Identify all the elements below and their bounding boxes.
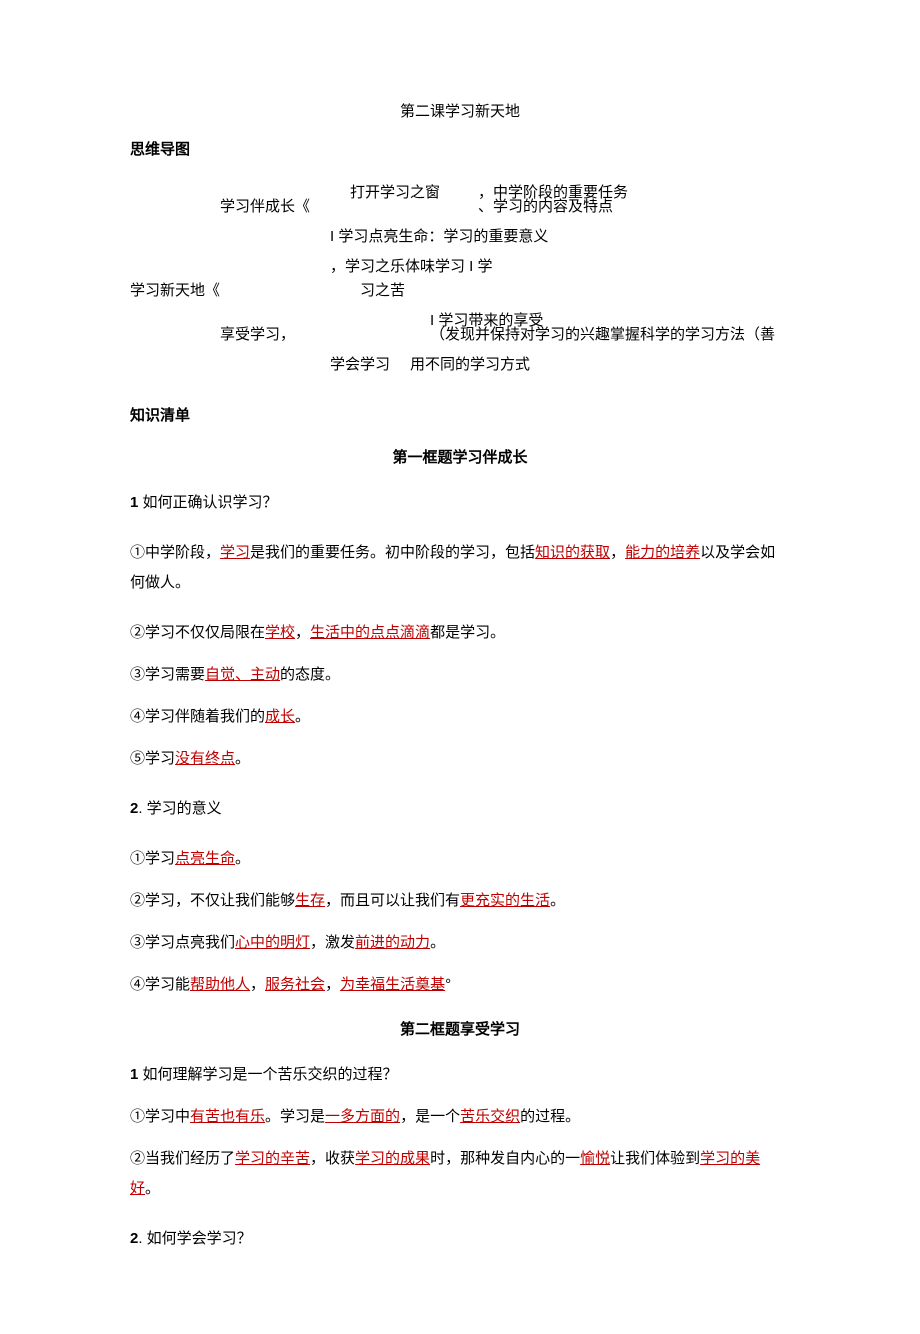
- mm-root: 学习新天地《: [130, 276, 230, 306]
- f1-a2-4: ④学习能帮助他人，服务社会，为幸福生活奠基°: [130, 970, 790, 1000]
- f1-a1-5: ⑤学习没有终点。: [130, 744, 790, 774]
- mindmap-container: 打开学习之窗 ，中学阶段的重要任务 学习伴成长《 、学习的内容及特点 I 学习点…: [130, 178, 790, 380]
- f1-a1-3: ③学习需要自觉、主动的态度。: [130, 660, 790, 690]
- f2-a1-1: ①学习中有苦也有乐。学习是一多方面的，是一个苦乐交织的过程。: [130, 1102, 790, 1132]
- frame1-body: 1 如何正确认识学习？ ①中学阶段，学习是我们的重要任务。初中阶段的学习，包括知…: [130, 488, 790, 1000]
- mm-b1-r2: 、学习的内容及特点: [478, 192, 613, 222]
- knowledge-label: 知识清单: [130, 404, 790, 428]
- mm-b3-sub-label: 学会学习: [330, 350, 400, 380]
- frame2-body: 1 如何理解学习是一个苦乐交织的过程？ ①学习中有苦也有乐。学习是一多方面的，是…: [130, 1060, 790, 1254]
- f1-a2-2: ②学习，不仅让我们能够生存，而且可以让我们有更充实的生活。: [130, 886, 790, 916]
- f2-q2: 2. 如何学会学习？: [130, 1224, 790, 1254]
- f2-q1: 1 如何理解学习是一个苦乐交织的过程？: [130, 1060, 790, 1090]
- f1-q2: 2. 学习的意义: [130, 794, 790, 824]
- frame2-title: 第二框题享受学习: [130, 1018, 790, 1042]
- mm-b3-label: 享受学习，: [220, 320, 330, 350]
- f1-a2-3: ③学习点亮我们心中的明灯，激发前进的动力。: [130, 928, 790, 958]
- mm-b1-label: 学习伴成长《: [220, 192, 330, 222]
- f1-a1-4: ④学习伴随着我们的成长。: [130, 702, 790, 732]
- f2-a1-2: ②当我们经历了学习的辛苦，收获学习的成果时，那种发自内心的一愉悦让我们体验到学习…: [130, 1144, 790, 1204]
- mm-b3-sub-text: 用不同的学习方式: [410, 350, 530, 380]
- doc-title: 第二课学习新天地: [130, 100, 790, 124]
- f1-a2-1: ①学习点亮生命。: [130, 844, 790, 874]
- frame1-title: 第一框题学习伴成长: [130, 446, 790, 470]
- mm-b1-sub1: 打开学习之窗: [330, 178, 460, 208]
- mm-b3-r2: （发现并保持对学习的兴趣掌握科学的学习方法（善: [430, 320, 775, 350]
- f1-q1: 1 如何正确认识学习？: [130, 488, 790, 518]
- f1-a1-2: ②学习不仅仅局限在学校，生活中的点点滴滴都是学习。: [130, 618, 790, 648]
- f1-a1-1: ①中学阶段，学习是我们的重要任务。初中阶段的学习，包括知识的获取，能力的培养以及…: [130, 538, 790, 598]
- mindmap-label: 思维导图: [130, 138, 790, 162]
- mm-b1-sub2: I 学习点亮生命：学习的重要意义: [330, 222, 548, 252]
- mm-b2-l1: ，学习之乐体味学习 I 学: [330, 252, 493, 282]
- mm-b2-l2: 习之苦: [360, 276, 405, 306]
